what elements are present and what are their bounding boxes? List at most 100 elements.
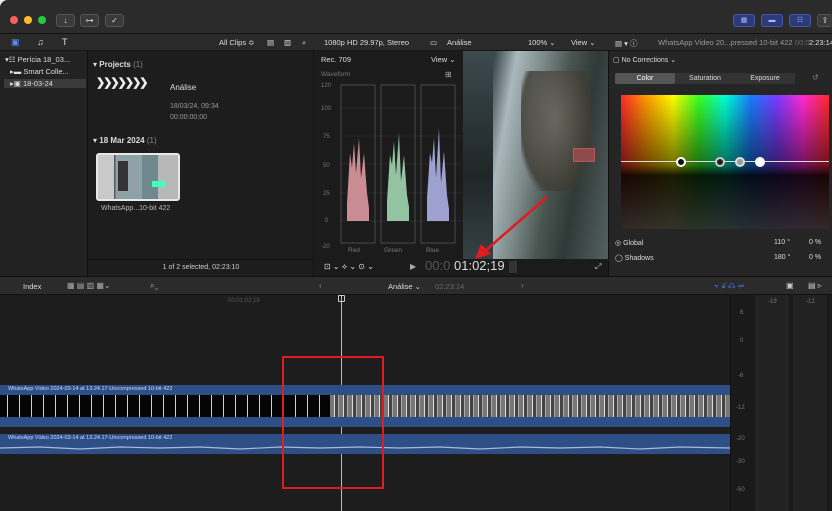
viewer-frame[interactable]	[463, 51, 608, 259]
scope-view-menu[interactable]: View ⌄	[431, 55, 456, 64]
fullscreen-icon[interactable]: ⤢	[595, 262, 601, 272]
tab-color[interactable]: Color	[615, 73, 675, 84]
libraries-icon[interactable]: ▣	[11, 37, 20, 48]
zoom-tool-icon[interactable]: ⌕⌄	[150, 281, 158, 291]
browser-toggle-icon[interactable]: ▦	[733, 14, 755, 27]
tab-exposure[interactable]: Exposure	[735, 73, 795, 84]
library-item[interactable]: ▾☷ Perícia 18_03...	[5, 55, 70, 64]
play-icon[interactable]: ▶	[410, 262, 416, 271]
effects-browser-icon[interactable]: ▤ ▹	[808, 281, 822, 290]
color-inspector: ▢ No Corrections ⌄ Color Saturation Expo…	[608, 51, 832, 276]
corrections-menu[interactable]: ▢ No Corrections ⌄	[613, 56, 829, 67]
clip-appearance-icon[interactable]: ▣	[786, 281, 794, 290]
meter-peak-right: -12	[806, 299, 815, 305]
close-window-button[interactable]	[10, 16, 18, 24]
header-row: ▣ ♫ T All Clips ≎ ▤ ▥ ⌕ 1080p HD 29.97p,…	[0, 34, 832, 51]
meter-left	[755, 295, 789, 511]
minimize-window-button[interactable]	[24, 16, 32, 24]
photos-audio-icon[interactable]: ♫	[37, 37, 44, 47]
shadows-label: Shadows	[624, 255, 654, 262]
meter-scale-0: 0	[740, 338, 744, 344]
tab-saturation[interactable]: Saturation	[675, 73, 735, 84]
projects-header[interactable]: ▾ Projects (1)	[93, 60, 143, 69]
clip-thumb-detail	[118, 161, 128, 191]
clip-title: WhatsApp Video 20...pressed 10-bit 422	[658, 38, 793, 47]
shadows-row[interactable]: ◯ Shadows	[615, 254, 654, 262]
meter-right	[793, 295, 827, 511]
project-name: Análise	[447, 38, 472, 47]
highlights-puck[interactable]	[755, 157, 765, 167]
shadows-percent: 0 %	[809, 254, 822, 261]
back-icon[interactable]: ‹	[319, 281, 322, 290]
viewer-controls: ⊡ ⌄ ⟡ ⌄ ⊙ ⌄ ▶ 00:0 01:02;19 ⤢	[315, 258, 608, 276]
scale-100: 100	[321, 106, 332, 112]
viewer-mode-icons[interactable]: ⊡ ⌄ ⟡ ⌄ ⊙ ⌄	[324, 262, 374, 272]
color-board-axis	[621, 161, 829, 162]
search-icon[interactable]: ⌕	[302, 38, 306, 48]
appearance-icon[interactable]: ▥	[284, 38, 291, 47]
zoom-window-button[interactable]	[38, 16, 46, 24]
shadows-puck[interactable]	[715, 157, 725, 167]
clip-label: WhatsApp...10-bit 422	[101, 205, 171, 212]
projects-count: (1)	[133, 60, 143, 69]
library-sidebar: ▾☷ Perícia 18_03... ▸▬ Smart Colle... ▸▣…	[0, 51, 88, 276]
titles-generators-icon[interactable]: T	[62, 37, 68, 47]
meter-scale-neg6: -6	[738, 373, 744, 379]
inspector-tabs: Color Saturation Exposure	[615, 73, 795, 84]
scale-0: 0	[325, 218, 329, 224]
viewer-view-menu[interactable]: View ⌄	[571, 38, 596, 47]
app-window: ↓ ⊶ ✓ ▦ ▬ ☷ ⇪ ▣ ♫ T All Clips ≎ ▤ ▥ ⌕ 10…	[0, 0, 832, 511]
keywords-icon[interactable]: ⊶	[80, 14, 99, 27]
meter-scale-6: 6	[740, 310, 744, 316]
edit-tools-icons[interactable]: ▦ ▤ ▥ ▦⌄	[67, 281, 111, 290]
timeline-toggle-icon[interactable]: ▬	[761, 14, 783, 27]
midtones-puck[interactable]	[735, 157, 745, 167]
meter-scale-neg50: -50	[736, 487, 745, 493]
forward-icon[interactable]: ›	[521, 281, 524, 290]
reset-icon[interactable]: ↺	[812, 73, 819, 82]
global-puck[interactable]	[676, 157, 686, 167]
corrections-label: No Corrections ⌄	[621, 57, 677, 64]
library-name: Perícia 18_03...	[17, 55, 71, 64]
meter-scale-neg12: -12	[736, 405, 745, 411]
all-clips-filter[interactable]: All Clips ≎	[219, 38, 254, 47]
smart-collections-label: Smart Colle...	[23, 67, 69, 76]
filmstrip-icon[interactable]: ▤	[267, 38, 274, 47]
playhead-handle[interactable]	[338, 295, 345, 302]
timeline-area[interactable]: 00:01:02;19 WhatsApp Video 2024-03-14 at…	[0, 295, 730, 511]
color-board[interactable]	[621, 95, 829, 229]
smart-collections-item[interactable]: ▸▬ Smart Colle...	[10, 67, 69, 76]
project-thumbnail[interactable]: ❯❯❯❯❯❯❯	[96, 76, 158, 89]
index-button[interactable]: Index	[23, 282, 41, 291]
zoom-menu[interactable]: 100% ⌄	[528, 38, 556, 47]
scale-neg20: -20	[321, 244, 330, 250]
import-icon[interactable]: ↓	[56, 14, 75, 27]
timeline-project-menu[interactable]: Análise ⌄	[388, 282, 421, 291]
timecode-dim: 00:0	[425, 258, 451, 273]
event-header[interactable]: ▾ 18 Mar 2024 (1)	[93, 136, 157, 145]
browser-status: 1 of 2 selected, 02:23:10	[88, 259, 314, 276]
background-tasks-icon[interactable]: ✓	[105, 14, 124, 27]
video-scopes: Rec. 709 View ⌄ Waveform ⊞ 120 100 75 50…	[315, 51, 463, 276]
scope-mode: Waveform	[321, 71, 351, 78]
audio-tools-icons[interactable]: ⫟ ⫝̸ ☊ ⇌	[714, 281, 744, 291]
global-row[interactable]: ◎ Global	[615, 239, 643, 247]
info-icon[interactable]: ▤ ▾ ⓘ	[615, 38, 638, 49]
clip-thumbnail[interactable]	[96, 153, 180, 201]
clip-thumb-object	[152, 181, 166, 187]
browser-pane: ▾ Projects (1) ❯❯❯❯❯❯❯ Análise 18/03/24,…	[88, 51, 314, 276]
event-count: (1)	[146, 136, 157, 145]
shadows-value: 180 °	[774, 254, 791, 261]
share-icon[interactable]: ⇪	[817, 14, 832, 27]
waveform-graph	[339, 84, 461, 244]
color-board-shade	[621, 95, 829, 229]
format-info: 1080p HD 29.97p, Stereo	[324, 38, 410, 47]
inspector-toggle-icon[interactable]: ☷	[789, 14, 811, 27]
channel-blue-label: Blue	[426, 247, 440, 254]
global-percent: 0 %	[809, 239, 822, 246]
scale-120: 120	[321, 83, 332, 89]
event-item[interactable]: ▸▣ 18-03-24	[4, 79, 86, 88]
scope-settings-icon[interactable]: ⊞	[445, 70, 452, 79]
project-duration: 00:00:00;00	[170, 114, 207, 121]
audio-meter-mini	[509, 261, 517, 273]
